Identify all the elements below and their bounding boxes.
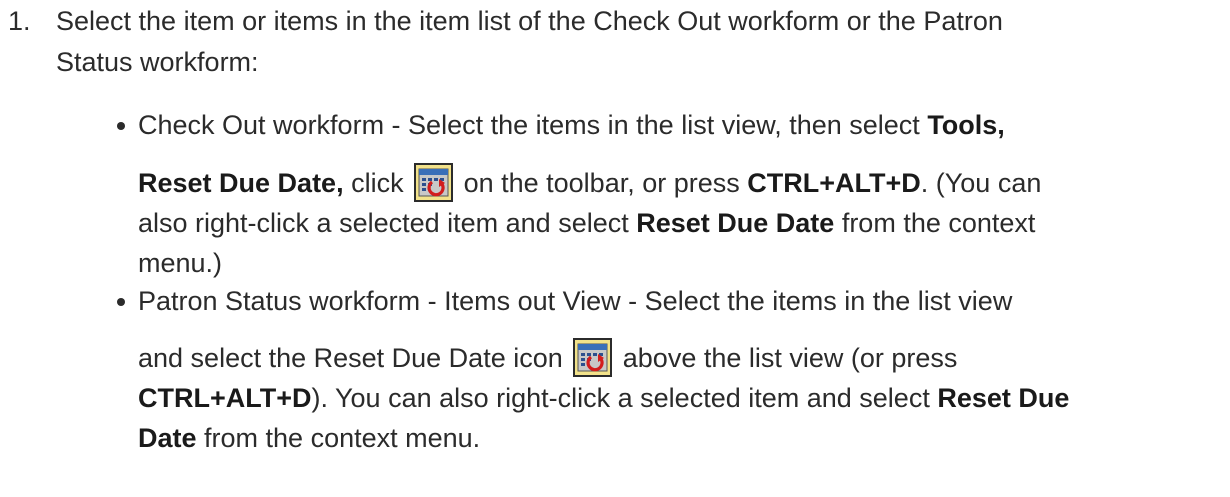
step-number: 1. <box>8 6 31 36</box>
bullet2-line-2: and select the Reset Due Date icon above… <box>138 338 957 379</box>
bullet1-line-4: menu.) <box>138 248 223 278</box>
bullet2-line-1: Patron Status workform - Items out View … <box>138 286 1013 316</box>
bullet-dot-1 <box>117 122 125 130</box>
bullet1-line-2: Reset Due Date, click on the toolbar, or… <box>138 163 1041 204</box>
step-line-1: Select the item or items in the item lis… <box>56 6 1003 36</box>
reset-due-date-calendar-icon[interactable] <box>414 163 454 203</box>
bullet2-line-4: Date from the context menu. <box>138 423 481 453</box>
step-text: Select the item or items in the item lis… <box>56 3 1206 81</box>
step-line-2: Status workform: <box>56 47 259 77</box>
bullet-dot-2 <box>117 298 125 306</box>
reset-due-date-calendar-icon[interactable] <box>573 338 613 378</box>
bullet1-line-3: also right-click a selected item and sel… <box>138 208 1036 238</box>
bullet1-line-1: Check Out workform - Select the items in… <box>138 110 1005 140</box>
bullet2-line-3: CTRL+ALT+D). You can also right-click a … <box>138 383 1070 413</box>
